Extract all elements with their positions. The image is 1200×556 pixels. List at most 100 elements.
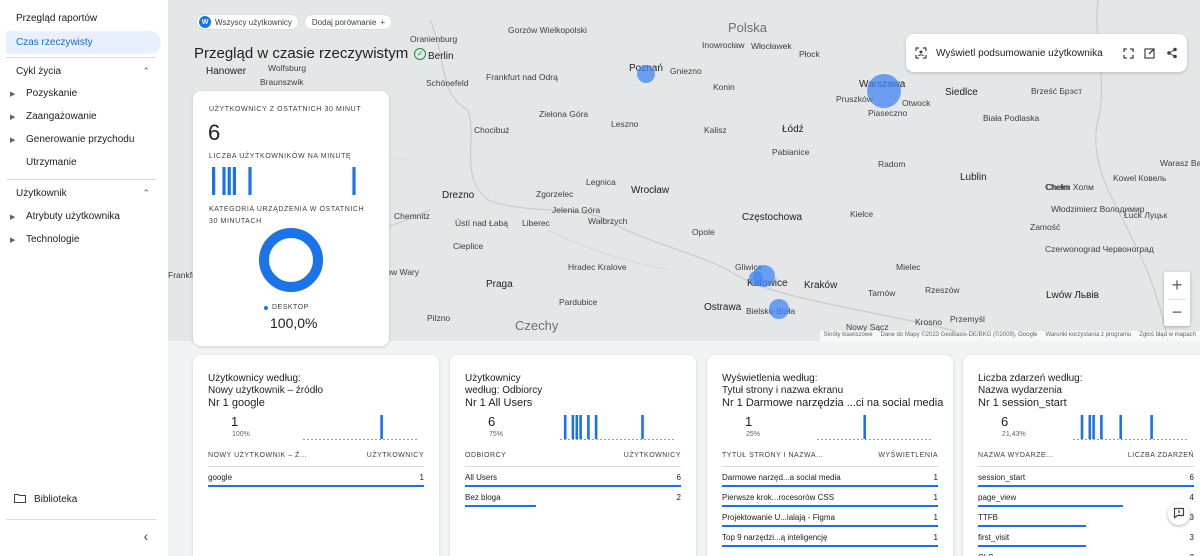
card-top-rank: Nr 1 All Users <box>465 397 533 409</box>
map-city-label: Pabianice <box>772 147 810 157</box>
collapse-sidebar-button[interactable]: ‹ <box>138 528 154 546</box>
user-snapshot-icon[interactable] <box>914 46 928 60</box>
user-location-bubble[interactable] <box>749 271 763 285</box>
sidebar-section-user[interactable]: Użytkownik ⌃ <box>16 188 156 204</box>
sidebar-item-acquisition[interactable]: ▶ Pozyskanie <box>10 85 160 103</box>
sparkline-bar <box>1092 415 1095 439</box>
sidebar-item-engagement[interactable]: ▶ Zaangażowanie <box>10 108 160 126</box>
card-table-header: NAZWA WYDARZE... LICZBA ZDARZEŃ <box>978 452 1194 459</box>
card-dimension[interactable]: Nazwa wydarzenia <box>978 385 1062 396</box>
card-sparkline <box>303 415 419 440</box>
card-table-header: NOWY UŻYTKOWNIK – Ź... UŻYTKOWNICY <box>208 452 424 459</box>
card-title[interactable]: Użytkownicy <box>465 373 521 384</box>
sparkline-bar <box>1119 415 1122 439</box>
column-header: NAZWA WYDARZE... <box>978 452 1054 459</box>
card-table-header: TYTUŁ STRONY I NAZWA... WYŚWIETLENIA <box>722 452 938 459</box>
sidebar-item-label: Biblioteka <box>34 493 78 505</box>
user-location-bubble[interactable] <box>769 299 789 319</box>
device-percentage: 100,0% <box>270 315 318 331</box>
feedback-icon <box>1173 507 1185 522</box>
sparkline-bar <box>575 415 579 439</box>
keyboard-shortcuts-link[interactable]: Skróty klawiszowe <box>824 332 873 340</box>
zoom-out-button[interactable]: − <box>1164 299 1190 326</box>
customize-report-icon[interactable] <box>1143 46 1157 60</box>
sparkline-bar <box>641 415 644 439</box>
table-row[interactable]: TTFB 3 <box>978 511 1194 529</box>
card-dimension[interactable]: Nowy użytkownik – źródło <box>208 385 323 396</box>
table-row[interactable]: Darmowe narzęd...a social media 1 <box>722 471 938 489</box>
table-row[interactable]: first_visit 3 <box>978 531 1194 549</box>
map-city-label: Warasz Вараш <box>1160 158 1200 168</box>
sparkline-bar <box>1080 415 1084 439</box>
map-city-label: Legnica <box>586 177 616 187</box>
sidebar-item-realtime[interactable]: Czas rzeczywisty <box>6 31 161 54</box>
minute-bar <box>232 167 236 195</box>
sidebar-item-user-attributes[interactable]: ▶ Atrybuty użytkownika <box>10 208 160 226</box>
row-share-bar <box>722 525 938 527</box>
card-sparkline <box>1073 415 1189 440</box>
user-snapshot-button[interactable]: Wyświetl podsumowanie użytkownika <box>936 48 1113 59</box>
feedback-button[interactable] <box>1168 503 1190 525</box>
map-city-label: Gorzów Wielkopolski <box>508 25 587 35</box>
sidebar-item-monetization[interactable]: ▶ Generowanie przychodu <box>10 131 160 149</box>
map-data-credit: Dane do Mapy ©2023 GeoBasis-DE/BKG (©200… <box>880 332 1038 338</box>
sidebar-item-library[interactable]: Biblioteka <box>14 491 77 507</box>
donut-slice-desktop[interactable] <box>259 228 323 292</box>
map-city-label: Otwock <box>902 98 931 108</box>
map-city-label: Schönefeld <box>426 78 469 88</box>
user-location-bubble[interactable] <box>637 65 655 83</box>
sidebar-item-label: Atrybuty użytkownika <box>26 211 120 222</box>
card-table-divider <box>722 466 938 467</box>
report-map-error-link[interactable]: Zgłoś błąd w mapach <box>1139 332 1196 340</box>
table-row[interactable]: Bez bloga 2 <box>465 491 681 509</box>
map-city-label: Liberec <box>522 218 550 228</box>
page-title-text: Przegląd w czasie rzeczywistym <box>194 45 409 62</box>
table-row[interactable]: CLS 2 <box>978 551 1194 556</box>
add-comparison-label: Dodaj porównanie <box>311 17 377 27</box>
card-title[interactable]: Wyświetlenia według: <box>722 373 818 384</box>
map-city-label: Gniezno <box>670 66 702 76</box>
user-location-bubble[interactable] <box>867 74 901 108</box>
triangle-right-icon: ▶ <box>10 214 16 221</box>
row-share-bar <box>722 545 938 547</box>
map-city-label: Brześć Брэст <box>1031 86 1083 96</box>
card-top-percentage: 100% <box>232 431 250 438</box>
sidebar-item-label: Zaangażowanie <box>26 111 97 122</box>
column-header: WYŚWIETLENIA <box>878 452 938 459</box>
map-city-label: Cieplice <box>453 241 484 251</box>
map-city-label: Mielec <box>896 262 921 272</box>
zoom-in-button[interactable]: + <box>1164 272 1190 299</box>
map-city-label: Jelenia Góra <box>552 205 601 215</box>
minute-bar <box>212 167 216 195</box>
sparkline-bar <box>587 415 590 439</box>
terms-link[interactable]: Warunki korzystania z programu <box>1045 332 1131 340</box>
table-row[interactable]: google 1 <box>208 471 424 489</box>
row-share-bar <box>465 485 681 487</box>
sparkline-bar <box>1100 415 1103 439</box>
table-row[interactable]: page_view 4 <box>978 491 1194 509</box>
map-city-label: Wolfsburg <box>268 63 307 73</box>
row-value: 3 <box>1189 513 1194 522</box>
share-icon[interactable] <box>1165 46 1179 60</box>
add-comparison-button[interactable]: Dodaj porównanie + <box>303 14 393 30</box>
card-dimension[interactable]: Tytuł strony i nazwa ekranu <box>722 385 843 396</box>
sidebar-section-lifecycle[interactable]: Cykl życia ⌃ <box>16 66 156 82</box>
sidebar-item-tech[interactable]: ▶ Technologie <box>10 231 160 249</box>
sidebar-item-reports-overview[interactable]: Przegląd raportów <box>6 7 161 30</box>
map-city-label: Ostrawa <box>704 302 742 313</box>
card-title[interactable]: Użytkownicy według: <box>208 373 301 384</box>
card-title[interactable]: Liczba zdarzeń według: <box>978 373 1083 384</box>
table-row[interactable]: Pierwsze krok...rocesorów CSS 1 <box>722 491 938 509</box>
segment-chip[interactable]: W Wszyscy użytkownicy <box>196 14 299 30</box>
card-dimension[interactable]: według: Odbiorcy <box>465 385 542 396</box>
table-row[interactable]: session_start 6 <box>978 471 1194 489</box>
card-table-divider <box>465 466 681 467</box>
map-city-label: Praga <box>486 279 513 290</box>
table-row[interactable]: Top 9 narzędzi...ą inteligencję 1 <box>722 531 938 549</box>
sidebar-item-retention[interactable]: Utrzymanie <box>10 154 160 172</box>
fullscreen-icon[interactable] <box>1121 46 1135 60</box>
table-row[interactable]: Projektowanie U...ialają - Figma 1 <box>722 511 938 529</box>
map-city-label: Włocławek <box>751 41 792 51</box>
table-row[interactable]: All Users 6 <box>465 471 681 489</box>
row-share-bar <box>978 525 1086 527</box>
